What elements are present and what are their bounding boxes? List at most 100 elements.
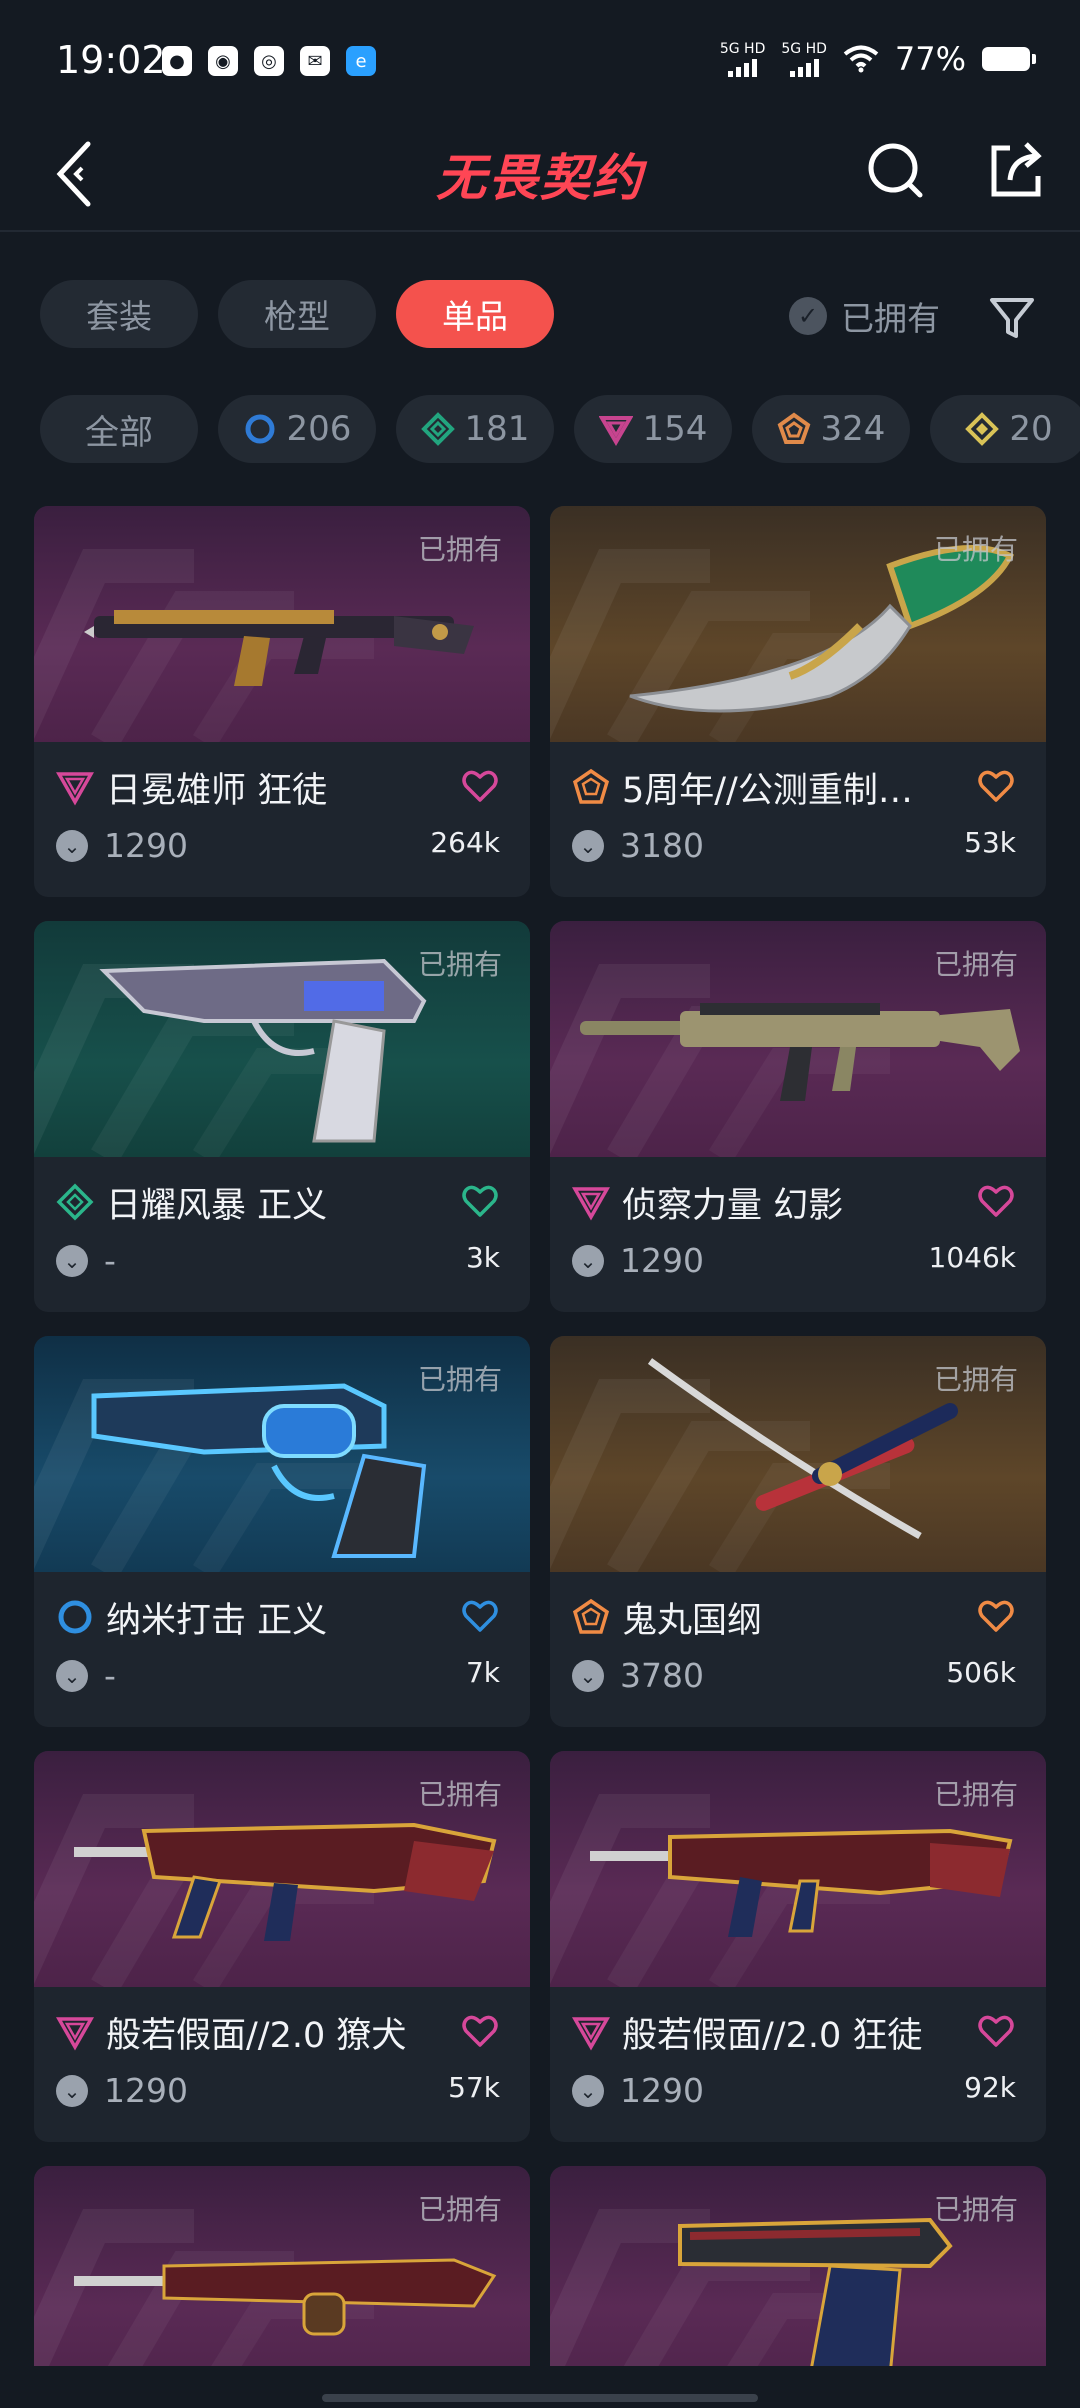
owned-tag: 已拥有 [933,1363,1018,1396]
status-right: 5G HD 5G HD 77% [719,40,1036,78]
item-card-1[interactable]: 已拥有 日冕雄师 狂徒 ⌄ 1290 264k [34,506,530,897]
mail-app-icon: ✉ [300,46,330,76]
item-image: 已拥有 [34,1751,530,1987]
item-image: 已拥有 [34,2166,530,2366]
chip-count: 206 [286,409,352,449]
item-card-4[interactable]: 已拥有 侦察力量 幻影 ⌄ 1290 1046k [550,921,1046,1312]
tab-bundle[interactable]: 套装 [40,280,198,348]
rarity-icon [572,1187,610,1221]
item-card-6[interactable]: 已拥有 鬼丸国纲 ⌄ 3780 506k [550,1336,1046,1727]
item-name: 鬼丸国纲 [622,1600,763,1641]
deluxe-tier-icon [420,412,455,446]
item-card-7[interactable]: 已拥有 般若假面//2.0 獠犬 ⌄ 1290 57k [34,1751,530,2142]
item-image: 已拥有 [550,506,1046,742]
vp-currency-icon: ⌄ [56,829,88,862]
item-price: 1290 [620,2071,704,2110]
map-app-icon: ● [162,46,192,76]
item-info: 日冕雄师 狂徒 ⌄ 1290 264k [34,742,530,865]
heart-icon[interactable] [976,1596,1016,1636]
chip-select-tier[interactable]: 206 [218,395,376,463]
item-price: 3180 [620,826,704,865]
select-tier-icon [245,414,275,444]
rarity-icon [56,1183,94,1221]
home-indicator[interactable] [322,2394,758,2402]
item-info: 般若假面//2.0 狂徒 ⌄ 1290 92k [550,1987,1046,2110]
share-icon[interactable] [980,132,1050,208]
item-name: 般若假面//2.0 狂徒 [622,2015,923,2056]
status-bar: 19:02 ● ◉ ◎ ✉ e 5G HD 5G HD 77% [0,0,1080,120]
signal-icon-2: 5G HD [781,42,827,77]
vp-currency-icon: ⌄ [572,1244,604,1277]
heart-icon[interactable] [976,2011,1016,2051]
item-name: 侦察力量 幻影 [622,1185,844,1226]
item-likes: 53k [964,826,1016,859]
vp-currency-icon: ⌄ [56,1244,88,1277]
chip-all[interactable]: 全部 [40,395,198,463]
chip-exclusive-tier[interactable]: 324 [752,395,910,463]
owned-tag: 已拥有 [933,948,1018,981]
item-name: 般若假面//2.0 獠犬 [106,2015,407,2056]
item-price: 1290 [104,2071,188,2110]
check-icon: ✓ [789,297,827,335]
owned-tag: 已拥有 [417,1363,502,1396]
item-card-9[interactable]: 已拥有 [34,2166,530,2366]
battery-icon [982,47,1036,71]
premium-tier-icon [598,416,633,446]
item-info: 纳米打击 正义 ⌄ - 7k [34,1572,530,1695]
chip-count: 20 [1009,409,1053,449]
item-card-8[interactable]: 已拥有 般若假面//2.0 狂徒 ⌄ 1290 92k [550,1751,1046,2142]
status-time: 19:02 [56,38,166,82]
chip-ultra-tier[interactable]: 20 [930,395,1080,463]
chip-count: 324 [820,409,886,449]
rarity-icon [56,772,94,806]
item-card-3[interactable]: 已拥有 日耀风暴 正义 ⌄ - 3k [34,921,530,1312]
vp-currency-icon: ⌄ [56,1659,88,1692]
search-icon[interactable] [860,132,930,208]
owned-filter-toggle[interactable]: ✓ 已拥有 [789,292,940,340]
item-image: 已拥有 [550,921,1046,1157]
heart-icon[interactable] [976,766,1016,806]
owned-filter-label: 已拥有 [841,299,940,338]
chip-deluxe-tier[interactable]: 181 [396,395,554,463]
signal-label-2: 5G HD [781,40,827,57]
item-name: 5周年//公测重制… [622,770,913,811]
signal-label: 5G HD [719,40,766,57]
vp-currency-icon: ⌄ [572,1659,604,1692]
notification-icons: ● ◉ ◎ ✉ e [162,46,376,76]
item-name: 日耀风暴 正义 [106,1185,328,1226]
heart-icon[interactable] [976,1181,1016,1221]
item-image: 已拥有 [550,1336,1046,1572]
item-price: - [104,1241,116,1280]
item-name: 日冕雄师 狂徒 [106,770,328,811]
heart-icon[interactable] [460,2011,500,2051]
ultra-tier-icon [965,412,1000,446]
item-card-2[interactable]: 已拥有 5周年//公测重制… ⌄ 3180 53k [550,506,1046,897]
tab-weapon-type[interactable]: 枪型 [218,280,376,348]
rarity-icon [58,1600,92,1634]
owned-tag: 已拥有 [417,1778,502,1811]
heart-icon[interactable] [460,766,500,806]
category-tabs: 套装 枪型 单品 [40,280,554,348]
item-image: 已拥有 [34,921,530,1157]
chip-label: 全部 [85,412,153,453]
item-likes: 3k [465,1241,500,1274]
vp-currency-icon: ⌄ [56,2074,88,2107]
chip-premium-tier[interactable]: 154 [574,395,732,463]
browser-app-icon: e [346,46,376,76]
owned-tag: 已拥有 [933,533,1018,566]
rarity-icon [572,2017,610,2051]
item-card-10[interactable]: 已拥有 [550,2166,1046,2366]
item-likes: 506k [946,1656,1016,1689]
rarity-icon [572,1598,610,1634]
filter-icon[interactable] [984,290,1040,346]
chat-app-icon: ◉ [208,46,238,76]
rarity-chips: 全部 206 181 154 324 20 [40,395,1080,467]
item-info: 般若假面//2.0 獠犬 ⌄ 1290 57k [34,1987,530,2110]
tab-single-item[interactable]: 单品 [396,280,554,348]
wifi-icon [843,45,879,73]
item-card-5[interactable]: 已拥有 纳米打击 正义 ⌄ - 7k [34,1336,530,1727]
item-info: 日耀风暴 正义 ⌄ - 3k [34,1157,530,1280]
heart-icon[interactable] [460,1596,500,1636]
heart-icon[interactable] [460,1181,500,1221]
owned-tag: 已拥有 [933,2193,1018,2226]
